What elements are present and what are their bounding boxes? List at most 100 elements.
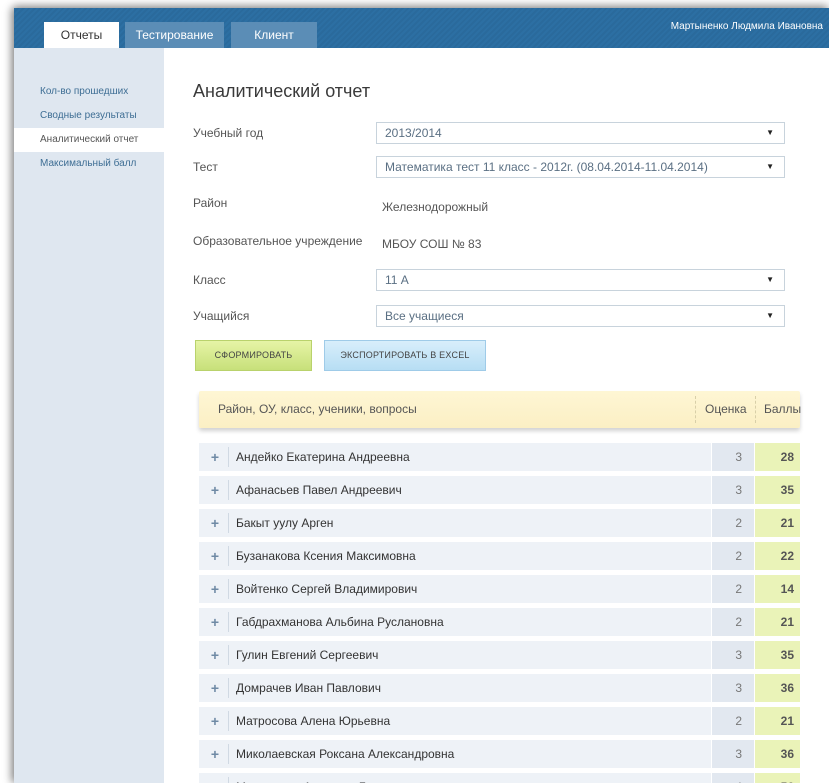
grade-cell: 2 <box>712 707 754 735</box>
expand-plus-icon[interactable]: + <box>207 575 223 603</box>
student-name: Матросова Алена Юрьевна <box>236 714 391 728</box>
test-select[interactable]: Математика тест 11 класс - 2012г. (08.04… <box>376 156 785 178</box>
chevron-down-icon: ▼ <box>766 162 774 171</box>
student-name: Бакыт уулу Арген <box>236 516 334 530</box>
form-row-school: Образовательное учреждение МБОУ СОШ № 83 <box>193 230 793 252</box>
score-cell: 21 <box>755 608 800 636</box>
score-cell: 14 <box>755 575 800 603</box>
column-header-name: Район, ОУ, класс, ученики, вопросы <box>218 402 417 416</box>
student-name: Габдрахманова Альбина Руслановна <box>236 615 444 629</box>
chevron-down-icon: ▼ <box>766 311 774 320</box>
table-header: Район, ОУ, класс, ученики, вопросы Оценк… <box>199 391 801 428</box>
student-name: Гулин Евгений Сергеевич <box>236 648 379 662</box>
grade-cell: 2 <box>712 608 754 636</box>
district-value: Железнодорожный <box>382 200 489 214</box>
table-row: + Бузанакова Ксения Максимовна 2 22 <box>199 542 800 572</box>
test-select-value: Математика тест 11 класс - 2012г. (08.04… <box>385 160 708 174</box>
chevron-down-icon: ▼ <box>766 128 774 137</box>
class-select[interactable]: 11 А ▼ <box>376 269 785 291</box>
table-row: + Бакыт уулу Арген 2 21 <box>199 509 800 539</box>
export-excel-button[interactable]: ЭКСПОРТИРОВАТЬ В EXCEL <box>324 340 486 371</box>
sidebar-item-max-score[interactable]: Максимальный балл <box>14 152 164 176</box>
tab-client[interactable]: Клиент <box>231 22 317 48</box>
sidebar-item-summary-results[interactable]: Сводные результаты <box>14 104 164 128</box>
cell-divider <box>228 777 229 783</box>
expand-plus-icon[interactable]: + <box>207 740 223 768</box>
expand-plus-icon[interactable]: + <box>207 773 223 783</box>
expand-plus-icon[interactable]: + <box>207 476 223 504</box>
grade-cell: 3 <box>712 443 754 471</box>
form-row-student: Учащийся Все учащиеся ▼ <box>193 305 793 327</box>
cell-divider <box>228 579 229 599</box>
form-row-class: Класс 11 А ▼ <box>193 269 793 291</box>
table-row: + Домрачев Иван Павлович 3 36 <box>199 674 800 704</box>
name-cell: + Миколаевская Роксана Александровна <box>199 740 711 768</box>
student-name: Афанасьев Павел Андреевич <box>236 483 402 497</box>
expand-plus-icon[interactable]: + <box>207 443 223 471</box>
cell-divider <box>228 513 229 533</box>
class-label: Класс <box>193 273 226 287</box>
expand-plus-icon[interactable]: + <box>207 674 223 702</box>
name-cell: + Мокрушина Ангелина Георгиевна <box>199 773 711 783</box>
expand-plus-icon[interactable]: + <box>207 641 223 669</box>
table-row: + Гулин Евгений Сергеевич 3 35 <box>199 641 800 671</box>
district-label: Район <box>193 196 228 210</box>
grade-cell: 2 <box>712 509 754 537</box>
name-cell: + Бакыт уулу Арген <box>199 509 711 537</box>
grade-cell: 4 <box>712 773 754 783</box>
student-name: Домрачев Иван Павлович <box>236 681 381 695</box>
grade-cell: 3 <box>712 476 754 504</box>
year-label: Учебный год <box>193 126 264 140</box>
cell-divider <box>228 447 229 467</box>
header-divider <box>695 396 696 423</box>
tab-reports[interactable]: Отчеты <box>44 22 119 48</box>
score-cell: 22 <box>755 542 800 570</box>
sidebar-item-participants-count[interactable]: Кол-во прошедших <box>14 80 164 104</box>
table-row: + Миколаевская Роксана Александровна 3 3… <box>199 740 800 770</box>
name-cell: + Афанасьев Павел Андреевич <box>199 476 711 504</box>
expand-plus-icon[interactable]: + <box>207 707 223 735</box>
table-row: + Войтенко Сергей Владимирович 2 14 <box>199 575 800 605</box>
student-name: Миколаевская Роксана Александровна <box>236 747 455 761</box>
cell-divider <box>228 480 229 500</box>
form-row-year: Учебный год 2013/2014 ▼ <box>193 122 793 144</box>
year-select-value: 2013/2014 <box>385 126 442 140</box>
name-cell: + Габдрахманова Альбина Руслановна <box>199 608 711 636</box>
score-cell: 56 <box>755 773 800 783</box>
generate-button[interactable]: СФОРМИРОВАТЬ <box>195 340 312 371</box>
test-label: Тест <box>193 160 218 174</box>
column-header-score[interactable]: Баллы <box>764 391 801 428</box>
table-row: + Матросова Алена Юрьевна 2 21 <box>199 707 800 737</box>
table-row: + Афанасьев Павел Андреевич 3 35 <box>199 476 800 506</box>
tab-testing[interactable]: Тестирование <box>125 22 224 48</box>
expand-plus-icon[interactable]: + <box>207 608 223 636</box>
student-select[interactable]: Все учащиеся ▼ <box>376 305 785 327</box>
school-label: Образовательное учреждение <box>193 234 363 248</box>
school-value: МБОУ СОШ № 83 <box>382 237 482 251</box>
current-user-name[interactable]: Мартыненко Людмила Ивановна <box>671 21 823 32</box>
student-name: Мокрушина Ангелина Георгиевна <box>236 773 422 783</box>
cell-divider <box>228 546 229 566</box>
sidebar-item-analytic-report[interactable]: Аналитический отчет <box>14 128 164 152</box>
expand-plus-icon[interactable]: + <box>207 509 223 537</box>
app-window: Отчеты Тестирование Клиент Мартыненко Лю… <box>14 8 829 783</box>
score-cell: 35 <box>755 476 800 504</box>
student-name: Андейко Екатерина Андреевна <box>236 450 410 464</box>
name-cell: + Андейко Екатерина Андреевна <box>199 443 711 471</box>
cell-divider <box>228 711 229 731</box>
grade-cell: 3 <box>712 740 754 768</box>
student-name: Бузанакова Ксения Максимовна <box>236 549 416 563</box>
student-label: Учащийся <box>193 309 250 323</box>
year-select[interactable]: 2013/2014 ▼ <box>376 122 785 144</box>
grade-cell: 2 <box>712 542 754 570</box>
chevron-down-icon: ▼ <box>766 275 774 284</box>
score-cell: 35 <box>755 641 800 669</box>
score-cell: 21 <box>755 509 800 537</box>
page-title: Аналитический отчет <box>193 81 371 101</box>
column-header-grade[interactable]: Оценка <box>705 391 747 428</box>
score-cell: 28 <box>755 443 800 471</box>
score-cell: 36 <box>755 740 800 768</box>
expand-plus-icon[interactable]: + <box>207 542 223 570</box>
score-cell: 21 <box>755 707 800 735</box>
student-select-value: Все учащиеся <box>385 309 464 323</box>
